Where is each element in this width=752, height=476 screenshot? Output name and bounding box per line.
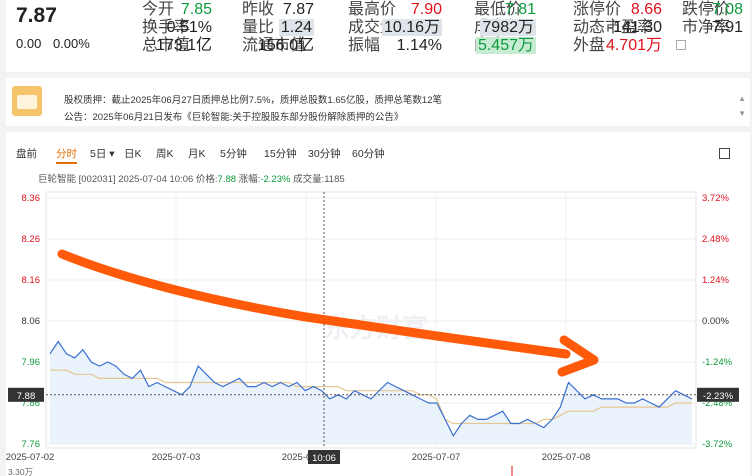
price-change: 0.00 0.00%: [16, 36, 98, 51]
quote-label: 量比: [242, 19, 275, 36]
quote-value: 7.81: [504, 1, 536, 18]
change-percent: 0.00%: [52, 36, 90, 51]
pct-tick-label: 0.00%: [702, 316, 729, 327]
quote-label: 涨停价: [573, 1, 622, 18]
x-tick-label: 2025-07-08: [542, 452, 591, 463]
x-tick-label: 2025-07-07: [412, 452, 461, 463]
pct-tick-label: -1.24%: [702, 357, 733, 368]
pct-tick-label: 3.72%: [702, 193, 729, 204]
y-tick-label: 8.36: [22, 193, 41, 204]
quote-value: 156.0亿: [257, 37, 314, 54]
y-tick-label: 8.06: [22, 316, 41, 327]
pct-tick-label: -3.72%: [702, 439, 733, 450]
calculator-icon[interactable]: [676, 40, 686, 50]
quote-value: 10.16万: [381, 19, 442, 36]
quote-value: 7.91: [711, 19, 743, 36]
quote-value: -141.30: [607, 19, 662, 36]
chart-panel: 盘前 分时 5日 ▾ 日K 周K 月K 5分钟 15分钟 30分钟 60分钟 巨轮智能 [0020…: [6, 132, 750, 476]
quote-value: 0.51%: [166, 19, 212, 36]
quote-value: 173.1亿: [155, 37, 212, 54]
pledge-notice: 股权质押：截止2025年06月27日质押总比例7.5%，质押总股数1.65亿股，…: [6, 78, 750, 126]
quote-value: 4.701万: [605, 37, 662, 54]
quote-label: 今开: [142, 1, 175, 18]
quote-label: 最高价: [348, 1, 397, 18]
crosshair-price-label: 7.88: [17, 391, 36, 402]
quote-label: 昨收: [242, 1, 275, 18]
current-price: 7.87: [16, 4, 57, 27]
y-tick-label: 8.16: [22, 275, 41, 286]
quote-value: 5.457万: [475, 37, 536, 54]
pct-tick-label: 2.48%: [702, 234, 729, 245]
quote-value: 1.24: [278, 19, 314, 36]
pledge-info-text[interactable]: 股权质押：截止2025年06月27日质押总比例7.5%，质押总股数1.65亿股，…: [64, 92, 442, 106]
x-tick-label: 2025-07-03: [152, 452, 201, 463]
change-value: 0.00: [16, 36, 42, 51]
quote-value: 7.87: [282, 1, 314, 18]
y-tick-label: 8.26: [22, 234, 41, 245]
quote-value: 7982万: [480, 19, 536, 36]
y-tick-label: 7.96: [22, 357, 41, 368]
pct-tick-label: 1.24%: [702, 275, 729, 286]
scroll-up-icon[interactable]: ▲: [738, 94, 746, 103]
quote-value: 7.08: [711, 1, 743, 18]
intraday-chart[interactable]: 8.36 3.72% 8.26 2.48% 8.16 1.24% 8.06 0.00% 7.96…: [6, 132, 750, 476]
crosshair-pct-label: -2.23%: [703, 391, 734, 402]
quote-value: 8.66: [630, 1, 662, 18]
quote-label: 外盘: [573, 37, 606, 54]
annotation-arrow-line: [57, 249, 571, 359]
quote-value: 1.14%: [396, 37, 442, 54]
scroll-down-icon[interactable]: ▼: [738, 109, 746, 118]
volume-axis-label: 3.30万: [8, 467, 33, 476]
crosshair-time-label: 10:06: [312, 453, 336, 464]
quote-value: 7.85: [180, 1, 212, 18]
quote-panel: 7.87 0.00 0.00% 今开 7.85 昨收 7.87 最高价 7.90 最低价 7.…: [6, 0, 750, 72]
y-tick-label: 7.76: [22, 439, 41, 450]
quote-value: 7.90: [410, 1, 442, 18]
x-tick-label: 2025-07-02: [6, 452, 54, 463]
announcement-text[interactable]: 公告：2025年06月21日发布《巨轮智能:关于控股股东部分股份解除质押的公告》: [64, 109, 403, 123]
quote-label: 振幅: [348, 37, 381, 54]
notice-calendar-icon: [12, 86, 42, 116]
